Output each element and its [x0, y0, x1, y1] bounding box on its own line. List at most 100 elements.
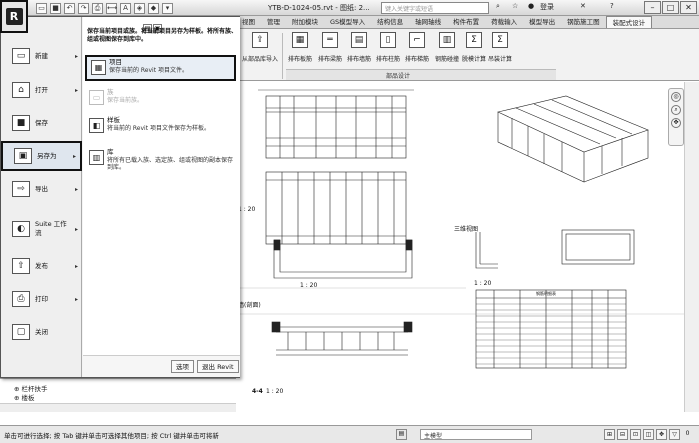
menu-item-export[interactable]: ⇨ 导出 ▸ — [1, 174, 82, 204]
menu-item-close[interactable]: ▢ 关闭 — [1, 317, 82, 347]
tree-item-floor[interactable]: ⊕ 楼板 — [14, 392, 35, 402]
u-section — [273, 239, 413, 279]
rebar-clash-label: 钢筋碰撞 — [435, 56, 460, 63]
beam-rebar-label: 排布梁筋 — [318, 56, 343, 63]
pinned-icon[interactable]: ⊡ — [630, 429, 641, 440]
open-icon[interactable]: ▭ — [36, 2, 47, 14]
submenu-arrow-icon: ▸ — [74, 225, 78, 233]
pan-icon[interactable]: ✥ — [671, 118, 681, 128]
menu-item-open[interactable]: ⌂ 打开 ▸ — [1, 75, 82, 105]
options-button[interactable]: 选项 — [171, 360, 194, 373]
steering-wheel-icon[interactable]: ◎ — [671, 92, 681, 102]
publish-icon: ⇧ — [12, 258, 30, 274]
demould-calc-label: 脱模计算 — [462, 56, 487, 63]
import-from-library-button[interactable]: ⇪ 从部品库导入 — [242, 32, 278, 63]
exit-revit-button[interactable]: 退出 Revit — [197, 360, 239, 373]
section-title-label: 墙(剖面) — [238, 302, 261, 309]
view-3d-icon[interactable]: ◈ — [134, 2, 145, 14]
login-button[interactable]: 登录 — [540, 2, 554, 14]
drawing-canvas[interactable]: 1 : 20 1 : 20 墙(剖面) 4-4 1 : 20 三维视图 1 : … — [236, 82, 684, 412]
select-face-icon[interactable]: ◫ — [643, 429, 654, 440]
horizontal-scrollbar[interactable] — [0, 403, 236, 412]
option-description: 将所有已载入族、选定族、组或视图的副本保存到库。 — [107, 156, 234, 172]
help-button[interactable]: ? — [610, 2, 614, 14]
tab-addins[interactable]: 附加模块 — [286, 16, 324, 28]
beam-rebar-button[interactable]: ═ 排布梁筋 — [318, 32, 342, 63]
workset-selector[interactable]: 主模型 — [420, 429, 532, 440]
rebar-clash-button[interactable]: ▥ 钢筋碰撞 — [435, 32, 459, 63]
menu-item-print[interactable]: ⎙ 打印 ▸ — [1, 284, 82, 314]
clash-icon: ▥ — [439, 32, 455, 48]
redo-icon[interactable]: ↷ — [78, 2, 89, 14]
filter-icon[interactable]: ▤ — [396, 429, 407, 440]
menu-item-save[interactable]: ■ 保存 — [1, 108, 82, 138]
menu-item-save-as[interactable]: ▣ 另存为 ▸ — [1, 141, 82, 171]
save-as-project-option[interactable]: ▦ 项目 保存当前的 Revit 项目文件。 — [85, 55, 236, 81]
stair-icon: ⌐ — [409, 32, 425, 48]
text-icon[interactable]: A — [120, 2, 131, 14]
link-icon[interactable]: ⊞ — [604, 429, 615, 440]
application-menu-footer: 选项 退出 Revit — [83, 355, 240, 377]
filter-count-icon[interactable]: ▽ — [669, 429, 680, 440]
hoisting-calc-button[interactable]: Σ 吊装计算 — [488, 32, 512, 63]
measure-icon[interactable]: ⟷ — [106, 2, 117, 14]
wall-rebar-label: 排布墙筋 — [347, 56, 372, 63]
save-as-library-option[interactable]: ▥ 库将所有已载入族、选定族、组或视图的副本保存到库。 — [85, 147, 236, 181]
column-rebar-button[interactable]: ▯ 排布柱筋 — [376, 32, 400, 63]
3d-view-label: 三维视图 — [454, 226, 479, 233]
application-menu: ▭ 新建 ▸ ⌂ 打开 ▸ ■ 保存 ▣ 另存为 ▸ ⇨ 导出 ▸ ◐ Suit… — [0, 16, 240, 378]
tab-structure-info[interactable]: 结构信息 — [371, 16, 409, 28]
close-button[interactable]: ✕ — [680, 1, 697, 14]
status-text: 单击可进行选择; 按 Tab 键并单击可选择其他项目; 按 Ctrl 键并单击可… — [4, 432, 219, 440]
status-icons: ⊞ ⊟ ⊡ ◫ ✥ ▽ 0 — [604, 429, 693, 440]
scale-label: 1 : 20 — [238, 206, 256, 213]
print-icon[interactable]: ⎙ — [92, 2, 103, 14]
slab-rebar-button[interactable]: ▦ 排布板筋 — [288, 32, 312, 63]
tab-loads[interactable]: 荷载输入 — [485, 16, 523, 28]
navigation-bar[interactable]: ◎ ⌕ ✥ — [668, 88, 684, 146]
option-description: 保存当前族。 — [107, 96, 144, 104]
option-title: 样板 — [107, 116, 120, 124]
application-button[interactable]: R — [0, 0, 28, 33]
help-search-input[interactable]: 键入关键字或短语 — [381, 2, 489, 14]
tab-gs-import[interactable]: GS模型导入 — [324, 16, 371, 28]
title-bar: ▭ ■ ↶ ↷ ⎙ ⟷ A ◈ ◆ ▾ YTB-D-1024-05.rvt - … — [0, 0, 699, 16]
section-icon[interactable]: ◆ — [148, 2, 159, 14]
tab-model-export[interactable]: 模型导出 — [523, 16, 561, 28]
search-icon[interactable]: ⌕ — [496, 2, 500, 14]
import-label: 从部品库导入 — [242, 56, 279, 63]
menu-item-suite-workflow[interactable]: ◐ Suite 工作流 ▸ — [1, 214, 82, 244]
sigma-icon: Σ — [466, 32, 482, 48]
scale-label: 1 : 20 — [266, 388, 284, 395]
menu-item-label: 关闭 — [35, 327, 48, 336]
zoom-icon[interactable]: ⌕ — [671, 105, 681, 115]
drag-icon[interactable]: ✥ — [656, 429, 667, 440]
demould-calc-button[interactable]: Σ 脱模计算 — [462, 32, 486, 63]
menu-item-new[interactable]: ▭ 新建 ▸ — [1, 41, 82, 71]
save-as-template-option[interactable]: ◧ 样板 将当前的 Revit 项目文件保存为样板。 — [85, 115, 236, 141]
tab-members[interactable]: 构件布置 — [447, 16, 485, 28]
vertical-scrollbar[interactable] — [684, 82, 699, 412]
section-4-4-label: 4-4 — [252, 388, 263, 395]
save-as-submenu: ▤ ▣ 保存当前项目或族。将当前项目另存为样板。将所有族、组或视图保存到库中。 … — [83, 17, 240, 377]
underlay-icon[interactable]: ⊟ — [617, 429, 628, 440]
submenu-arrow-icon: ▸ — [74, 262, 78, 270]
tab-manage[interactable]: 管理 — [261, 16, 286, 28]
tab-rebar-drawings[interactable]: 钢筋施工图 — [561, 16, 606, 28]
maximize-button[interactable]: □ — [662, 1, 679, 14]
undo-icon[interactable]: ↶ — [64, 2, 75, 14]
exchange-icon[interactable]: ✕ — [580, 2, 586, 14]
scale-label: 1 : 20 — [300, 282, 318, 289]
save-icon[interactable]: ■ — [50, 2, 61, 14]
wall-rebar-button[interactable]: ▤ 排布墙筋 — [347, 32, 371, 63]
menu-item-publish[interactable]: ⇧ 发布 ▸ — [1, 251, 82, 281]
stair-rebar-button[interactable]: ⌐ 排布梯筋 — [405, 32, 429, 63]
dropdown-icon[interactable]: ▾ — [162, 2, 173, 14]
minimize-button[interactable]: – — [644, 1, 661, 14]
sigma-icon: Σ — [492, 32, 508, 48]
tab-grid[interactable]: 轴网轴线 — [409, 16, 447, 28]
panel-footer — [286, 69, 556, 80]
tab-prefab-design[interactable]: 装配式设计 — [605, 16, 653, 28]
star-icon[interactable]: ☆ — [512, 2, 518, 14]
hoisting-calc-label: 吊装计算 — [488, 56, 513, 63]
